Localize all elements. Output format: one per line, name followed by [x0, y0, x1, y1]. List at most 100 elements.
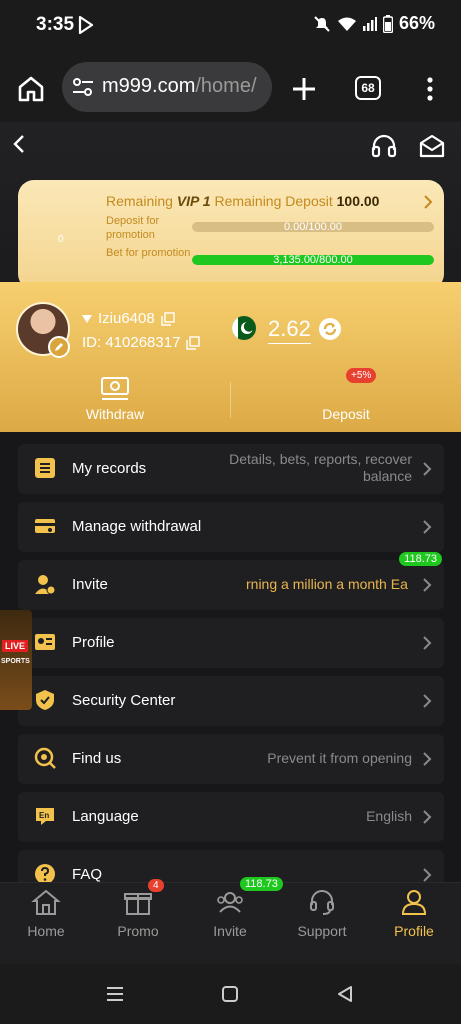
live-sports-banner[interactable]: LIVE SPORTS	[0, 610, 32, 710]
menu-item-value: Details, bets, reports, recover balance	[229, 451, 412, 484]
withdraw-button[interactable]: Withdraw	[0, 372, 230, 432]
site-settings-icon[interactable]	[72, 77, 94, 97]
withdraw-label: Withdraw	[85, 406, 145, 422]
menu-item-label: Invite	[72, 576, 108, 593]
chevron-right-icon	[423, 752, 432, 766]
deposit-progress-bar: 0.00/100.00	[192, 222, 434, 232]
url-text: m999.com/home/	[102, 75, 257, 98]
menu-item-language[interactable]: En Language English	[18, 792, 444, 842]
browser-toolbar: m999.com/home/ 68	[0, 50, 461, 122]
invite-user-icon	[35, 575, 56, 595]
nav-label: Invite	[213, 923, 247, 939]
headset-icon[interactable]	[370, 132, 398, 160]
back-icon[interactable]	[10, 132, 30, 156]
profile-page: 0 Remaining VIP 1 Remaining Deposit 100.…	[0, 122, 461, 882]
bet-progress-bar: 3,135.00/800.00	[192, 255, 434, 265]
refresh-icon[interactable]	[318, 317, 342, 341]
menu-item-value: English	[366, 808, 412, 824]
card-icon	[35, 519, 55, 533]
chevron-right-icon	[423, 810, 432, 824]
signal-icon	[362, 16, 377, 31]
menu-item-faq[interactable]: FAQ	[18, 850, 444, 882]
back-button-icon[interactable]	[336, 985, 354, 1003]
menu-item-profile[interactable]: Profile	[18, 618, 444, 668]
more-menu-icon[interactable]	[420, 76, 440, 102]
nav-support[interactable]: Support	[276, 883, 368, 965]
profile-card-icon	[35, 634, 55, 650]
menu-item-my-records[interactable]: My records Details, bets, reports, recov…	[18, 444, 444, 494]
user-id: ID: 410268317	[82, 334, 181, 351]
svg-text:En: En	[39, 811, 49, 820]
chevron-right-icon	[423, 636, 432, 650]
recents-icon[interactable]	[106, 986, 124, 1002]
system-navigation-bar	[0, 964, 461, 1024]
user-icon	[401, 890, 427, 915]
headset-icon	[310, 890, 334, 915]
status-icons: 66%	[313, 13, 435, 34]
wifi-icon	[337, 17, 356, 31]
team-icon	[217, 892, 243, 913]
chevron-right-icon	[423, 694, 432, 708]
menu-item-label: Manage withdrawal	[72, 518, 202, 535]
menu-item-label: Find us	[72, 750, 122, 767]
status-bar: 3:35 66%	[0, 0, 461, 50]
nav-invite[interactable]: Invite 118.73	[184, 877, 283, 965]
deposit-button[interactable]: Deposit	[231, 372, 461, 432]
bet-promo-label: Bet for promotion	[106, 247, 191, 259]
nav-home[interactable]: Home	[0, 883, 92, 965]
menu-item-label: Security Center	[72, 692, 176, 709]
vip-card[interactable]: 0 Remaining VIP 1 Remaining Deposit 100.…	[18, 180, 444, 290]
new-tab-icon[interactable]	[289, 74, 319, 104]
nav-label: Home	[27, 923, 65, 939]
live-label: LIVE	[2, 640, 29, 652]
home-button-icon[interactable]	[221, 985, 239, 1003]
url-path: /home/	[195, 75, 257, 97]
menu-item-find-us[interactable]: Find us Prevent it from opening	[18, 734, 444, 784]
menu-item-label: Profile	[72, 634, 115, 651]
vip-title: Remaining VIP 1 Remaining Deposit 100.00	[106, 193, 379, 209]
gift-icon	[124, 893, 152, 915]
menu-item-label: Language	[72, 808, 139, 825]
invite-reward-badge: 118.73	[399, 552, 442, 566]
chevron-right-icon	[423, 462, 432, 476]
balance-amount: 2.62	[268, 316, 311, 344]
copy-icon[interactable]	[161, 311, 175, 326]
nav-promo[interactable]: Promo 4	[92, 879, 184, 965]
copy-icon[interactable]	[186, 335, 201, 350]
edit-avatar-icon[interactable]	[48, 336, 70, 358]
avatar[interactable]	[16, 302, 70, 358]
deposit-bonus-badge: +5%	[346, 368, 377, 383]
menu-item-manage-withdrawal[interactable]: Manage withdrawal	[18, 502, 444, 552]
menu-item-value: Prevent it from opening	[267, 750, 412, 766]
mute-icon	[314, 15, 330, 32]
vip-prefix: Remaining	[106, 193, 177, 209]
username-row: Iziu6408	[82, 310, 175, 327]
user-id-row: ID: 410268317	[82, 334, 201, 351]
withdraw-icon	[101, 377, 129, 400]
vip-level: VIP 1	[176, 193, 211, 209]
menu-item-label: FAQ	[72, 866, 103, 882]
address-bar[interactable]: m999.com/home/	[62, 62, 272, 112]
invite-marquee: rning a million a month Ea	[246, 576, 408, 592]
status-time: 3:35	[36, 14, 75, 35]
tab-switcher-button[interactable]: 68	[355, 76, 381, 100]
sports-label: SPORTS	[1, 658, 30, 665]
message-icon[interactable]	[418, 132, 446, 160]
deposit-label: Deposit	[322, 406, 370, 422]
chevron-right-icon	[423, 520, 432, 534]
menu-item-security-center[interactable]: Security Center	[18, 676, 444, 726]
vip-mid: Remaining Deposit	[210, 193, 337, 209]
url-domain: m999.com	[102, 75, 196, 97]
language-icon: En	[36, 808, 54, 825]
chevron-right-icon[interactable]	[422, 194, 434, 210]
search-globe-icon	[34, 747, 56, 769]
home-icon[interactable]	[16, 74, 46, 104]
home-icon	[31, 889, 61, 915]
menu-item-invite[interactable]: Invite rning a million a month Ea 118.73	[18, 552, 444, 610]
shield-icon	[36, 690, 54, 710]
nav-profile[interactable]: Profile	[368, 883, 460, 965]
vip-heart-icon	[82, 314, 92, 323]
chevron-right-icon	[423, 868, 432, 882]
menu-item-label: My records	[72, 460, 147, 477]
battery-level: 66%	[398, 13, 435, 33]
